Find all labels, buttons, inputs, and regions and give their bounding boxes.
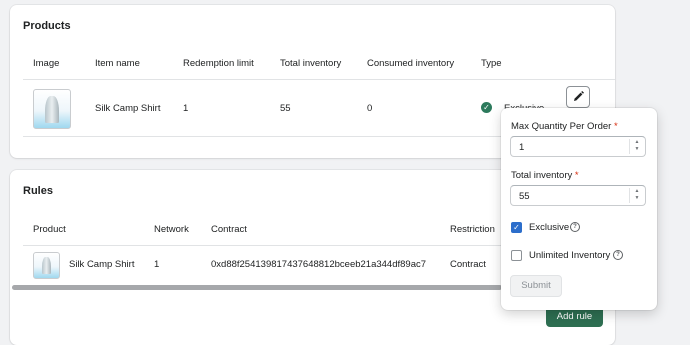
- check-circle-icon: ✓: [481, 102, 492, 113]
- column-header-product: Product: [33, 224, 66, 235]
- decrement-icon[interactable]: ▼: [630, 195, 644, 202]
- question-circle-icon[interactable]: ?: [613, 250, 623, 260]
- rule-network: 1: [154, 259, 160, 270]
- column-header-type: Type: [481, 58, 502, 69]
- max-quantity-stepper[interactable]: ▲ ▼: [629, 139, 644, 154]
- product-thumbnail: [33, 89, 71, 129]
- total-inventory-label-text: Total inventory: [511, 170, 573, 181]
- pencil-icon: [574, 91, 584, 101]
- column-header-total-inventory: Total inventory: [280, 58, 342, 69]
- required-mark: *: [574, 170, 579, 181]
- unlimited-inventory-label[interactable]: Unlimited Inventory: [529, 250, 610, 261]
- question-circle-icon[interactable]: ?: [570, 222, 580, 232]
- product-redemption-limit: 1: [183, 103, 189, 114]
- horizontal-scrollbar-thumb[interactable]: [12, 285, 502, 290]
- required-mark: *: [613, 121, 618, 132]
- product-total-inventory: 55: [280, 103, 291, 114]
- product-item-name: Silk Camp Shirt: [95, 103, 161, 114]
- submit-button[interactable]: Submit: [510, 275, 562, 297]
- product-consumed-inventory: 0: [367, 103, 373, 114]
- rules-title: Rules: [23, 185, 53, 197]
- increment-icon[interactable]: ▲: [630, 139, 644, 146]
- exclusive-checkbox[interactable]: ✓: [511, 222, 522, 233]
- max-quantity-label-text: Max Quantity Per Order: [511, 121, 612, 132]
- column-header-network: Network: [154, 224, 189, 235]
- column-header-consumed-inventory: Consumed inventory: [367, 58, 455, 69]
- column-header-contract: Contract: [211, 224, 247, 235]
- total-inventory-label: Total inventory *: [511, 170, 579, 181]
- column-header-image: Image: [33, 58, 60, 69]
- edit-button[interactable]: [566, 86, 590, 108]
- header-divider: [23, 79, 615, 80]
- increment-icon[interactable]: ▲: [630, 188, 644, 195]
- max-quantity-value: 1: [519, 142, 525, 153]
- rule-product-thumbnail: [33, 252, 60, 279]
- exclusive-label[interactable]: Exclusive: [529, 222, 569, 233]
- rule-product-name: Silk Camp Shirt: [69, 259, 135, 270]
- total-inventory-stepper[interactable]: ▲ ▼: [629, 188, 644, 203]
- total-inventory-value: 55: [519, 191, 530, 202]
- column-header-item-name: Item name: [95, 58, 140, 69]
- total-inventory-input[interactable]: 55 ▲ ▼: [510, 185, 646, 206]
- rule-restriction: Contract: [450, 259, 486, 270]
- max-quantity-input[interactable]: 1 ▲ ▼: [510, 136, 646, 157]
- max-quantity-label: Max Quantity Per Order *: [511, 121, 618, 132]
- unlimited-inventory-checkbox[interactable]: [511, 250, 522, 261]
- rule-contract: 0xd88f254139817437648812bceeb21a344df89a…: [211, 259, 427, 270]
- decrement-icon[interactable]: ▼: [630, 146, 644, 153]
- column-header-restriction: Restriction: [450, 224, 495, 235]
- products-title: Products: [23, 20, 71, 32]
- column-header-redemption-limit: Redemption limit: [183, 58, 254, 69]
- edit-product-popover: Max Quantity Per Order * 1 ▲ ▼ Total inv…: [501, 108, 657, 310]
